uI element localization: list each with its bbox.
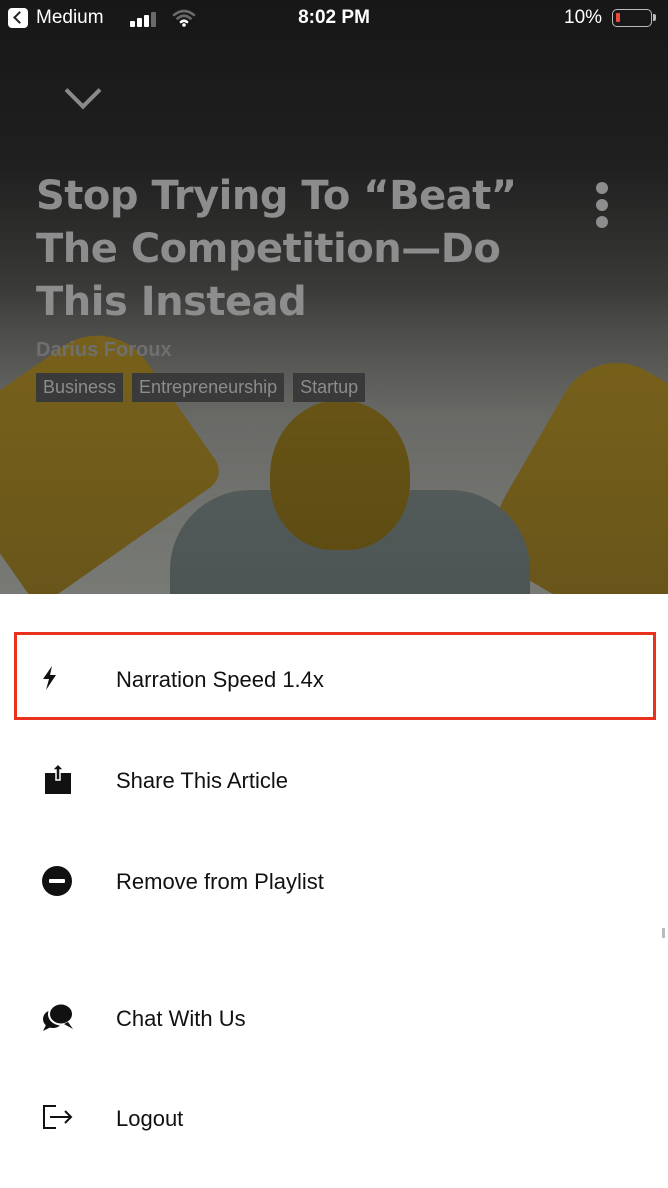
lightning-icon xyxy=(43,666,56,690)
chat-bubbles-icon xyxy=(43,1002,74,1031)
article-title-line: The Competition—Do xyxy=(36,226,501,272)
article-author[interactable]: Darius Foroux xyxy=(36,339,172,362)
battery-percent: 10% xyxy=(564,7,603,28)
chat-with-us-button[interactable]: Chat With Us xyxy=(0,968,668,1068)
chat-with-us-label: Chat With Us xyxy=(116,1006,246,1031)
status-bar: Medium 8:02 PM 10% xyxy=(0,0,668,38)
logout-button[interactable]: Logout xyxy=(0,1068,668,1168)
narration-speed-label: Narration Speed 1.4x xyxy=(116,667,324,692)
share-icon xyxy=(45,764,71,794)
tag-entrepreneurship[interactable]: Entrepreneurship xyxy=(132,373,285,402)
article-tags: Business Entrepreneurship Startup xyxy=(36,373,366,402)
scroll-indicator xyxy=(662,928,665,938)
article-title: Stop Trying To “Beat” The Competition—Do… xyxy=(36,170,536,329)
minus-circle-icon xyxy=(42,866,72,896)
tag-startup[interactable]: Startup xyxy=(293,373,366,402)
options-sheet: Narration Speed 1.4x Share This Article … xyxy=(0,594,668,1188)
remove-from-playlist-label: Remove from Playlist xyxy=(116,869,324,894)
tag-business[interactable]: Business xyxy=(36,373,124,402)
more-options-icon[interactable] xyxy=(594,182,612,228)
article-title-line: This Instead xyxy=(36,279,307,325)
chevron-down-icon[interactable] xyxy=(62,84,106,114)
share-article-button[interactable]: Share This Article xyxy=(0,730,668,830)
article-hero: Medium 8:02 PM 10% Stop Trying To “Beat”… xyxy=(0,0,668,594)
logout-label: Logout xyxy=(116,1106,184,1131)
share-article-label: Share This Article xyxy=(116,768,289,793)
narration-speed-button[interactable]: Narration Speed 1.4x xyxy=(0,630,668,730)
remove-from-playlist-button[interactable]: Remove from Playlist xyxy=(0,831,668,931)
logout-icon xyxy=(43,1105,73,1129)
battery-icon xyxy=(612,9,656,27)
article-title-line: Stop Trying To “Beat” xyxy=(36,173,517,219)
